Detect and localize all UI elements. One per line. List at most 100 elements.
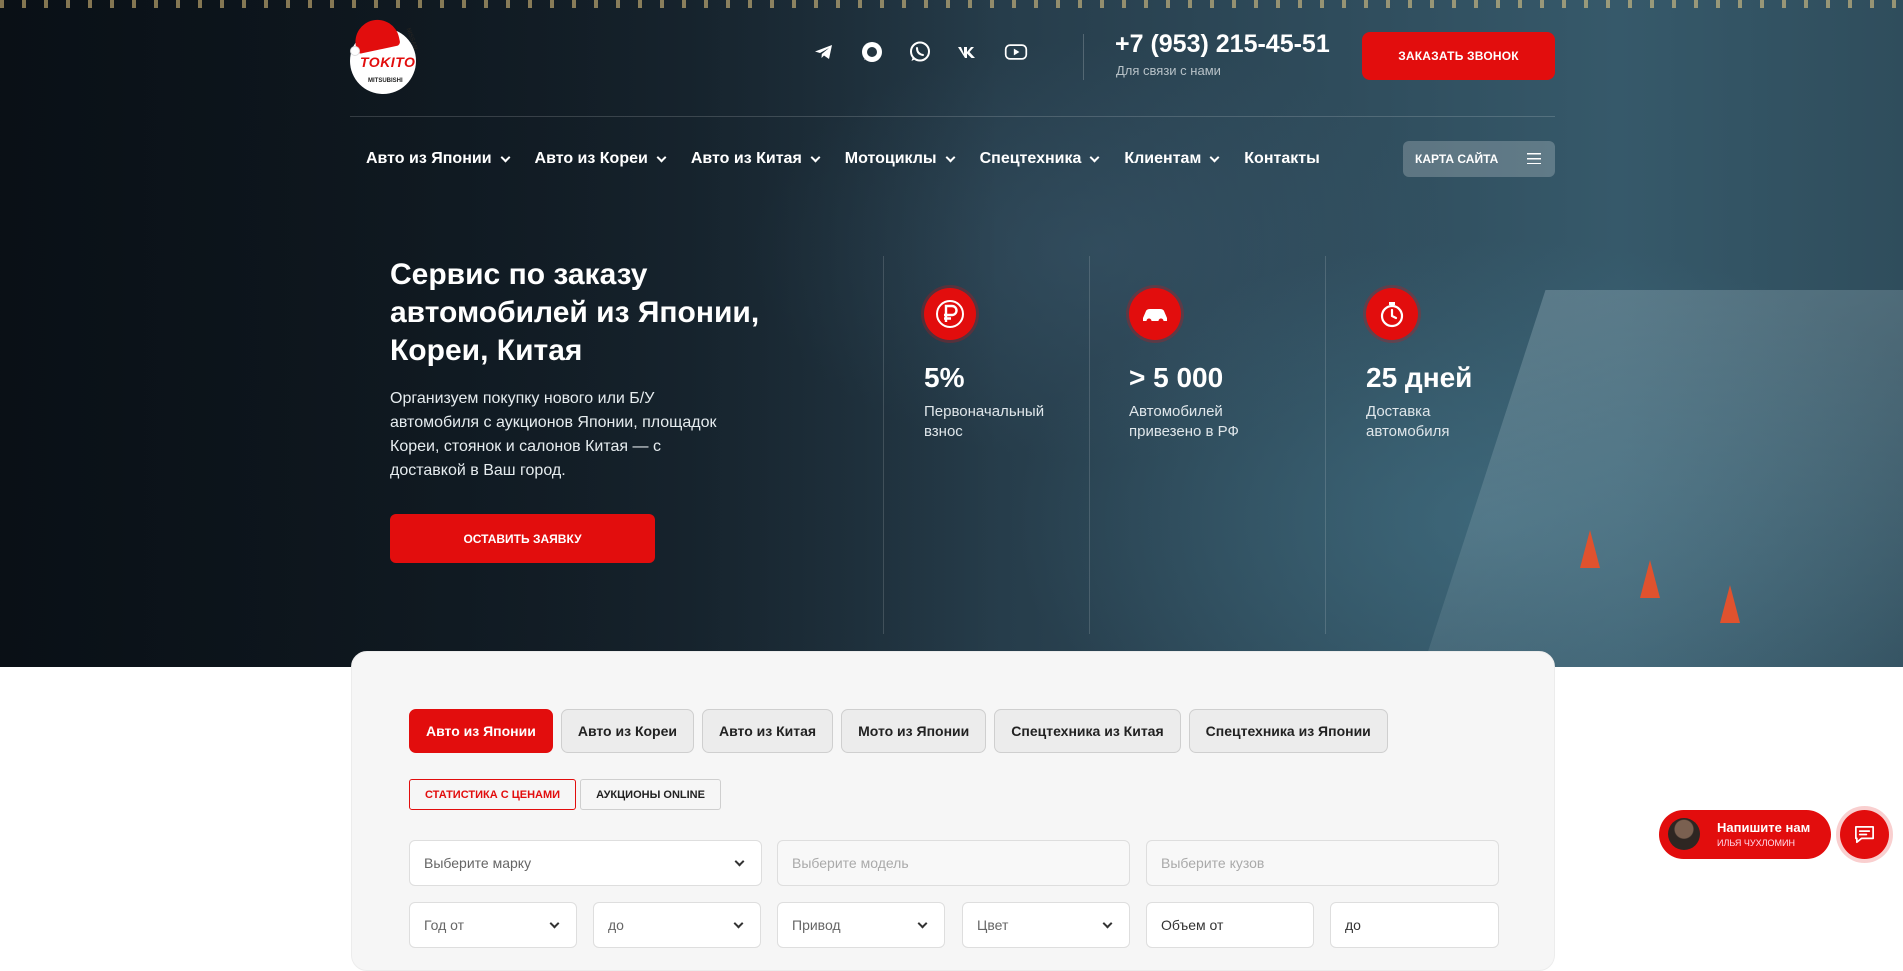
body-select[interactable]: Выберите кузов [1146,840,1499,886]
nav-item-japan[interactable]: Авто из Японии [366,150,510,168]
garland-lights [0,0,1903,8]
drive-select[interactable]: Привод [777,902,945,948]
phone-number[interactable]: +7 (953) 215-45-51 [1115,30,1330,59]
nav-item-korea[interactable]: Авто из Кореи [534,150,667,168]
nav-item-label: Клиентам [1124,150,1202,167]
nav-item-label: Авто из Кореи [534,150,648,167]
tab-auctions-online[interactable]: АУКЦИОНЫ ONLINE [580,779,721,810]
chevron-down-icon [656,152,667,162]
region-tabs: Авто из Японии Авто из Кореи Авто из Кит… [409,709,1388,753]
chevron-down-icon [734,856,745,867]
max-icon[interactable] [860,40,884,64]
nav-item-label: Авто из Китая [690,150,802,167]
tab-price-stats[interactable]: СТАТИСТИКА С ЦЕНАМИ [409,779,577,810]
chat-title: Напишите нам [1717,820,1811,835]
car-icon [1129,288,1181,340]
traffic-cone [1580,530,1600,568]
stat-label: Доставка автомобиля [1366,403,1450,440]
stat-divider [1325,256,1326,634]
year-to-value: до [608,917,624,933]
chevron-down-icon [917,918,928,929]
logo-brand: TOKITO [360,54,416,70]
traffic-cone [1720,585,1740,623]
model-select-value: Выберите модель [792,855,909,871]
nav-item-label: Авто из Японии [366,150,492,167]
tab-korea-auto[interactable]: Авто из Кореи [560,709,694,753]
vk-icon[interactable] [956,40,980,64]
chat-open-button[interactable] [1840,810,1889,859]
nav-item-moto[interactable]: Мотоциклы [844,150,956,168]
submit-request-button[interactable]: ОСТАВИТЬ ЗАЯВКУ [390,514,655,563]
chevron-down-icon [945,152,956,162]
social-links [812,40,1028,64]
header-divider [1083,34,1084,80]
logo[interactable]: TOKITO NISSAN MITSUBISHI [350,15,420,94]
hero-title: Сервис по заказу автомобилей из Японии, … [390,258,760,367]
chat-widget[interactable]: Напишите нам ИЛЬЯ ЧУХЛОМИН [1659,810,1831,859]
year-from-value: Год от [424,917,465,933]
year-from-select[interactable]: Год от [409,902,577,948]
youtube-icon[interactable] [1004,40,1028,64]
tab-china-auto[interactable]: Авто из Китая [702,709,834,753]
chevron-down-icon [733,918,744,929]
chevron-down-icon [549,918,560,929]
phone-note: Для связи с нами [1116,63,1221,78]
whatsapp-icon[interactable] [908,40,932,64]
header-separator [350,116,1555,117]
color-select[interactable]: Цвет [962,902,1130,948]
stat-value: 5% [924,362,965,393]
stat-delivery: 25 дней Доставка автомобиля [1366,288,1536,442]
volume-from-value: Объем от [1161,917,1224,933]
sitemap-label: КАРТА САЙТА [1415,152,1499,166]
nav-item-label: Спецтехника [979,150,1082,167]
stopwatch-icon [1366,288,1418,340]
brand-select-value: Выберите марку [424,855,532,871]
tab-japan-moto[interactable]: Мото из Японии [841,709,987,753]
mode-tabs: СТАТИСТИКА С ЦЕНАМИ АУКЦИОНЫ ONLINE [409,779,721,810]
chat-icon [1855,825,1874,844]
body-select-value: Выберите кузов [1161,855,1265,871]
tab-japan-auto[interactable]: Авто из Японии [409,709,553,753]
chat-agent-name: ИЛЬЯ ЧУХЛОМИН [1717,838,1795,848]
color-value: Цвет [977,917,1009,933]
telegram-icon[interactable] [812,40,836,64]
volume-from-input[interactable]: Объем от [1146,902,1314,948]
chevron-down-icon [1102,918,1113,929]
model-select[interactable]: Выберите модель [777,840,1130,886]
volume-to-input[interactable]: до [1330,902,1499,948]
stat-downpayment: 5% Первоначальный взнос [924,288,1094,442]
ruble-icon [924,288,976,340]
traffic-cone [1640,560,1660,598]
stat-label: Автомобилей привезено в РФ [1129,403,1239,440]
hero-lead: Организуем покупку нового или Б/У автомо… [390,390,717,479]
order-call-button[interactable]: ЗАКАЗАТЬ ЗВОНОК [1362,32,1555,80]
chevron-down-icon [1089,152,1100,162]
car-search-card: Авто из Японии Авто из Кореи Авто из Кит… [351,651,1555,971]
avatar [1668,818,1700,850]
tab-japan-special[interactable]: Спецтехника из Японии [1188,709,1388,753]
volume-to-value: до [1345,917,1361,933]
logo-sub-bottom: MITSUBISHI [368,78,403,84]
stat-value: 25 дней [1366,362,1473,393]
nav-item-china[interactable]: Авто из Китая [690,150,821,168]
nav-item-clients[interactable]: Клиентам [1124,150,1220,168]
stat-label: Первоначальный взнос [924,403,1045,440]
menu-icon [1527,153,1541,164]
stat-value: > 5 000 [1129,362,1224,393]
nav-item-special[interactable]: Спецтехника [979,150,1100,168]
chevron-down-icon [1209,152,1220,162]
stat-divider [883,256,884,634]
nav-item-label: Мотоциклы [844,150,937,167]
chevron-down-icon [810,152,821,162]
tab-china-special[interactable]: Спецтехника из Китая [994,709,1181,753]
sitemap-button[interactable]: КАРТА САЙТА [1403,141,1555,177]
nav-item-contacts[interactable]: Контакты [1244,150,1319,168]
nav-item-label: Контакты [1244,150,1320,167]
main-nav: Авто из Японии Авто из Кореи Авто из Кит… [366,150,1320,168]
year-to-select[interactable]: до [593,902,761,948]
stat-imported: > 5 000 Автомобилей привезено в РФ [1129,288,1299,442]
chevron-down-icon [500,152,510,162]
hat-pompom [350,46,360,56]
brand-select[interactable]: Выберите марку [409,840,762,886]
drive-value: Привод [792,917,841,933]
